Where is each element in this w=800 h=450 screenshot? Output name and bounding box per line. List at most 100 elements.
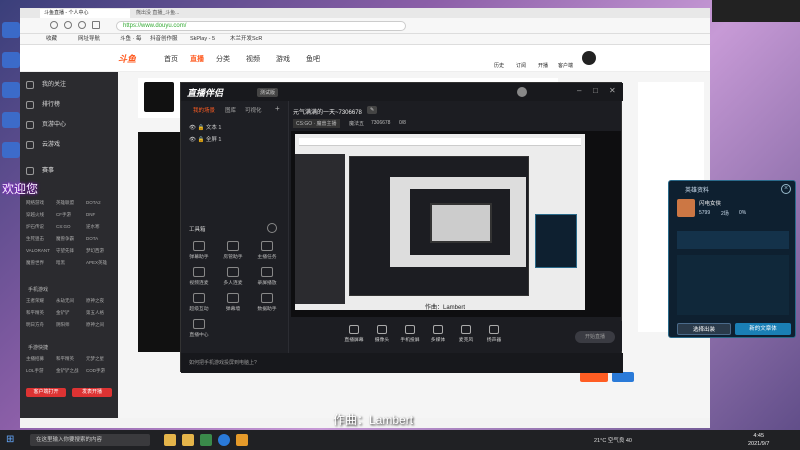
windows-start-icon[interactable]: ⊞ bbox=[6, 434, 18, 446]
browser-icon[interactable] bbox=[218, 434, 230, 446]
desktop-icon[interactable] bbox=[2, 112, 20, 128]
category-link[interactable]: 梦幻西游 bbox=[86, 248, 104, 254]
tab-active[interactable]: 斗鱼直播 - 个人中心 bbox=[40, 9, 130, 18]
header-follow[interactable]: 订阅 bbox=[516, 62, 526, 69]
toolbox-more-icon[interactable] bbox=[267, 223, 277, 233]
category-link[interactable]: 第五人格 bbox=[86, 310, 104, 316]
bookmark-item[interactable]: 木兰开发ScR bbox=[230, 35, 262, 44]
category-link[interactable]: VALORANT bbox=[26, 248, 50, 253]
category-link[interactable]: 永劫无间 bbox=[56, 298, 74, 304]
new-article-button[interactable]: 新的文章体 bbox=[735, 323, 791, 335]
category-link[interactable]: 主播招募 bbox=[26, 356, 44, 362]
tool-item[interactable]: 录屏播放 bbox=[253, 267, 281, 286]
source-camera[interactable]: 摄像头 bbox=[371, 325, 393, 343]
nav-fishbar[interactable]: 鱼吧 bbox=[306, 54, 320, 64]
category-link[interactable]: 和平精英 bbox=[26, 310, 44, 316]
bookmark-item[interactable]: 收藏 bbox=[46, 35, 57, 44]
system-clock[interactable]: 4:45 2021/9/7 bbox=[748, 432, 769, 448]
companion-app-icon[interactable] bbox=[236, 434, 248, 446]
category-link[interactable]: DNF bbox=[86, 212, 95, 217]
nav-category[interactable]: 分类 bbox=[216, 54, 230, 64]
minimize-icon[interactable]: – bbox=[577, 86, 581, 95]
category-link[interactable]: CS:GO bbox=[56, 224, 71, 229]
tool-item[interactable]: 直播中心 bbox=[185, 319, 213, 338]
header-client[interactable]: 客户端 bbox=[558, 62, 573, 69]
category-link[interactable]: 生死狙击 bbox=[26, 236, 44, 242]
category-link[interactable]: CF手游 bbox=[56, 212, 71, 218]
file-explorer-icon[interactable] bbox=[164, 434, 176, 446]
tab-visual[interactable]: 可视化 bbox=[245, 106, 262, 114]
tab-inactive[interactable]: 熊出没 直播_斗鱼... bbox=[132, 9, 222, 18]
nav-live[interactable]: 直播 bbox=[190, 54, 204, 64]
category-link[interactable]: DOTA2 bbox=[86, 200, 101, 205]
nav-home[interactable]: 首页 bbox=[164, 54, 178, 64]
sidebar-item-rank[interactable]: 排行榜 bbox=[20, 96, 118, 114]
sidebar-item-webgames[interactable]: 页游中心 bbox=[20, 116, 118, 134]
category-link[interactable]: 魔兽争霸 bbox=[56, 236, 74, 242]
category-link[interactable]: 逆水寒 bbox=[86, 224, 100, 230]
add-scene-icon[interactable]: + bbox=[275, 104, 280, 113]
weather-text[interactable]: 21°C 空气良 40 bbox=[594, 436, 632, 444]
maximize-icon[interactable]: □ bbox=[593, 86, 598, 95]
taskbar-search-input[interactable]: 在这里输入你要搜索的内容 bbox=[30, 434, 150, 446]
desktop-icon[interactable] bbox=[2, 142, 20, 158]
bookmark-item[interactable]: SkPlay - 5 bbox=[190, 35, 215, 44]
room-edit-badge[interactable]: ✎ bbox=[367, 106, 378, 114]
category-link[interactable]: 金铲铲之战 bbox=[56, 368, 79, 374]
header-history[interactable]: 历史 bbox=[494, 62, 504, 69]
send-button[interactable] bbox=[612, 372, 634, 382]
category-link[interactable]: APEX英雄 bbox=[86, 260, 107, 266]
start-live-button[interactable]: 开始直播 bbox=[575, 331, 615, 343]
stream-preview[interactable]: 作曲：Lambert bbox=[291, 131, 621, 317]
category-link[interactable]: 明日方舟 bbox=[26, 322, 44, 328]
video-player[interactable] bbox=[138, 132, 186, 352]
tool-item[interactable]: 弹幕墙 bbox=[219, 293, 247, 312]
category-link[interactable]: DOTA bbox=[86, 236, 98, 241]
category-link[interactable]: 阴阳师 bbox=[56, 322, 70, 328]
app-icon[interactable] bbox=[200, 434, 212, 446]
nav-games[interactable]: 游戏 bbox=[276, 54, 290, 64]
category-link[interactable]: LOL手游 bbox=[26, 368, 44, 374]
tool-item[interactable]: 视频连麦 bbox=[185, 267, 213, 286]
bookmark-item[interactable]: 斗鱼 · 每 bbox=[120, 35, 141, 44]
desktop-icon[interactable] bbox=[2, 22, 20, 38]
close-icon[interactable]: ✕ bbox=[609, 86, 616, 95]
url-input[interactable]: https://www.douyu.com/ bbox=[116, 21, 406, 31]
gift-button[interactable] bbox=[580, 372, 608, 382]
user-avatar[interactable] bbox=[517, 87, 527, 97]
category-link[interactable]: 守望先锋 bbox=[56, 248, 74, 254]
room-category[interactable]: CS:GO · 魔兽主播 bbox=[293, 119, 340, 128]
back-icon[interactable] bbox=[50, 21, 58, 29]
scene-item[interactable]: 👁 🔒 全屏 1 bbox=[189, 135, 221, 143]
footer-tip[interactable]: 如何把手机游戏投屏到电脑上? bbox=[181, 360, 257, 366]
category-link[interactable]: 和平精英 bbox=[56, 356, 74, 362]
tool-item[interactable]: 主播任务 bbox=[253, 241, 281, 260]
source-mic[interactable]: 麦克风 bbox=[455, 325, 477, 343]
category-link[interactable]: 穿越火线 bbox=[26, 212, 44, 218]
sidebar-item-cloudgame[interactable]: 云游戏 bbox=[20, 136, 118, 154]
start-broadcast-button[interactable]: 发表开播 bbox=[72, 388, 112, 397]
tool-item[interactable]: 超级互动 bbox=[185, 293, 213, 312]
tool-item[interactable]: 数据助手 bbox=[253, 293, 281, 312]
home-icon[interactable] bbox=[92, 21, 100, 29]
tab-scenes[interactable]: 我的场景 bbox=[193, 106, 215, 114]
nav-video[interactable]: 视频 bbox=[246, 54, 260, 64]
source-speaker[interactable]: 扬声器 bbox=[483, 325, 505, 343]
tool-item[interactable]: 弹幕助手 bbox=[185, 241, 213, 260]
sidebar-item-esports[interactable]: 赛事 bbox=[20, 162, 118, 180]
desktop-icon[interactable] bbox=[2, 52, 20, 68]
open-client-button[interactable]: 客户端打开 bbox=[26, 388, 66, 397]
select-build-button[interactable]: 选择出装 bbox=[677, 323, 731, 335]
scene-item[interactable]: 👁 🔒 文本 1 bbox=[189, 123, 221, 131]
source-screen[interactable]: 直播屏幕 bbox=[343, 325, 365, 343]
site-logo[interactable]: 斗鱼 bbox=[118, 52, 152, 65]
room-title[interactable]: 元气满满的一天~7306678 bbox=[293, 107, 362, 116]
source-media[interactable]: 多媒体 bbox=[427, 325, 449, 343]
category-link[interactable]: 炉石传说 bbox=[26, 224, 44, 230]
category-link[interactable]: COD手游 bbox=[86, 368, 105, 374]
category-link[interactable]: 网络游戏 bbox=[26, 200, 44, 206]
refresh-icon[interactable] bbox=[78, 21, 86, 29]
category-link[interactable]: 王者荣耀 bbox=[26, 298, 44, 304]
header-broadcast[interactable]: 开播 bbox=[538, 62, 548, 69]
bookmark-item[interactable]: 网址导航 bbox=[78, 35, 100, 44]
